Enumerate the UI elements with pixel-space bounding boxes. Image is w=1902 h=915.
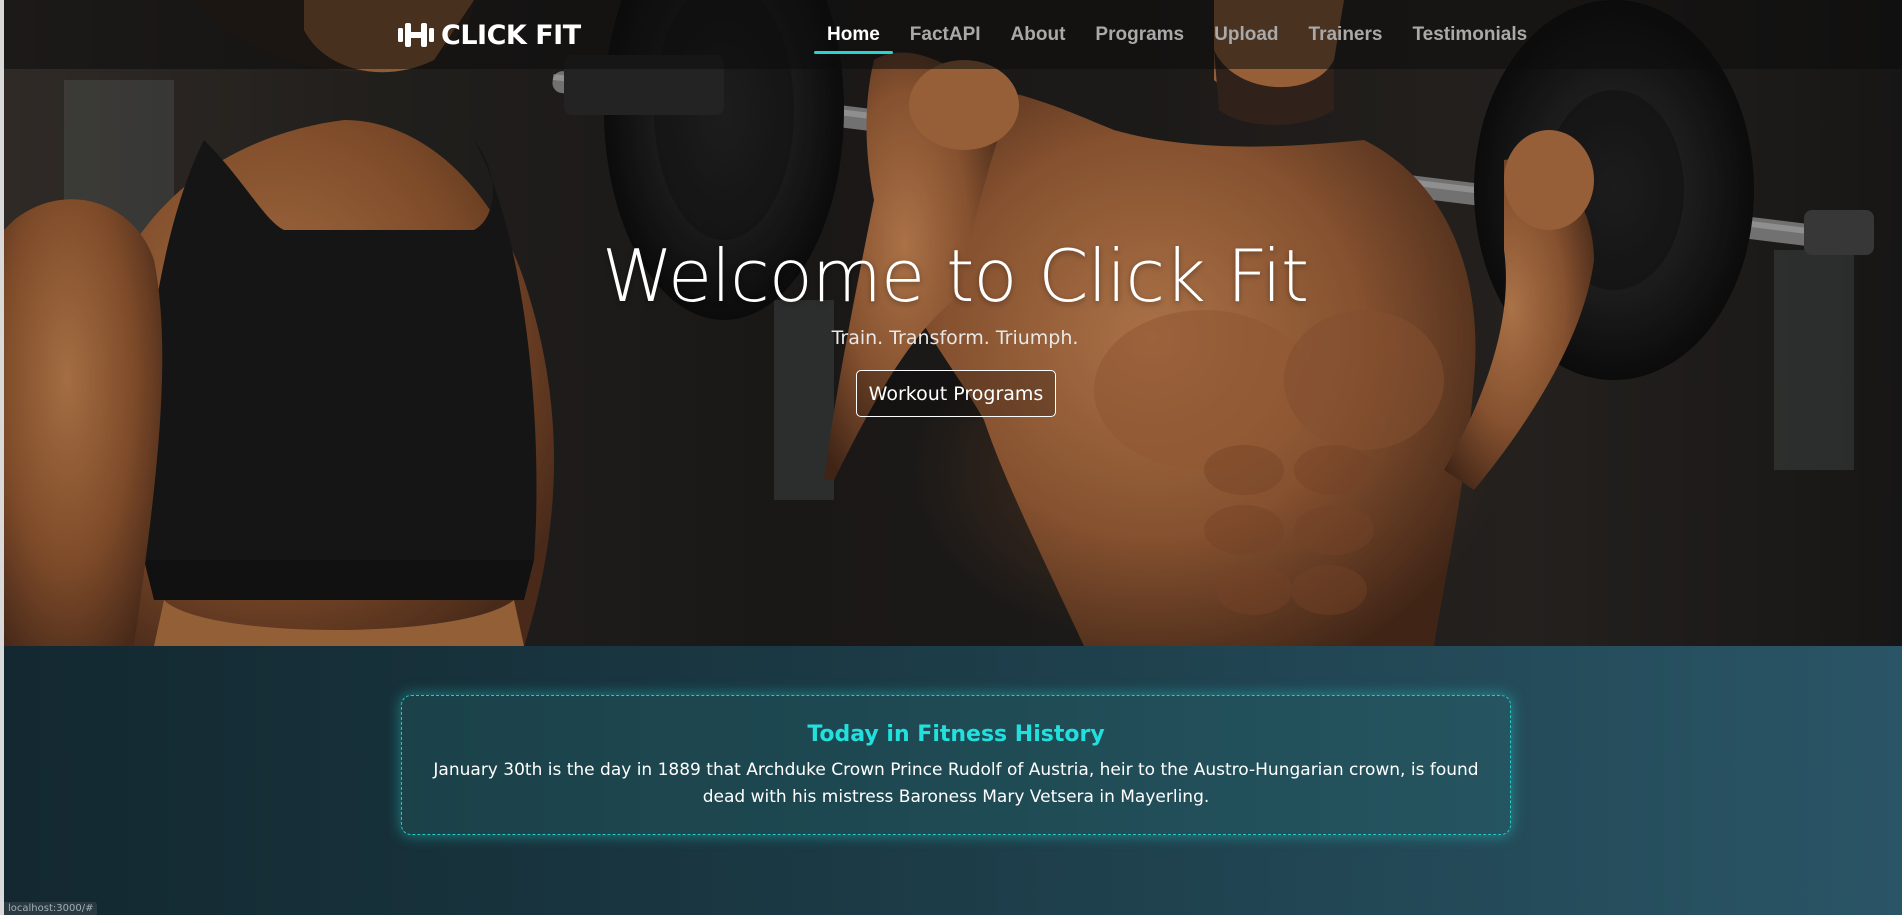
nav-item-home[interactable]: Home	[812, 0, 895, 69]
nav-item-programs[interactable]: Programs	[1080, 0, 1199, 69]
dumbbell-icon	[398, 23, 434, 47]
brand-logo[interactable]: CLICK FIT	[397, 15, 581, 55]
hero-overlay	[4, 0, 1902, 646]
nav-item-factapi[interactable]: FactAPI	[895, 0, 996, 69]
navbar: CLICK FIT Home FactAPI About Programs Up…	[4, 0, 1902, 69]
hero-subtitle: Train. Transform. Triumph.	[831, 327, 1079, 349]
history-card: Today in Fitness History January 30th is…	[401, 695, 1511, 835]
hero-title: Welcome to Click Fit	[601, 234, 1309, 318]
history-title: Today in Fitness History	[807, 722, 1105, 747]
nav-item-testimonials[interactable]: Testimonials	[1397, 0, 1542, 69]
page: Welcome to Click Fit Train. Transform. T…	[0, 0, 1902, 915]
hero-section: Welcome to Click Fit Train. Transform. T…	[4, 0, 1902, 646]
workout-programs-button[interactable]: Workout Programs	[856, 370, 1056, 417]
nav-item-trainers[interactable]: Trainers	[1294, 0, 1398, 69]
nav-links: Home FactAPI About Programs Upload Train…	[812, 0, 1542, 69]
nav-item-upload[interactable]: Upload	[1199, 0, 1293, 69]
brand-name: CLICK FIT	[441, 19, 581, 51]
history-text: January 30th is the day in 1889 that Arc…	[433, 760, 1479, 807]
status-bar-url: localhost:3000/#	[4, 902, 98, 915]
history-section: Today in Fitness History January 30th is…	[4, 646, 1902, 915]
nav-item-about[interactable]: About	[996, 0, 1081, 69]
